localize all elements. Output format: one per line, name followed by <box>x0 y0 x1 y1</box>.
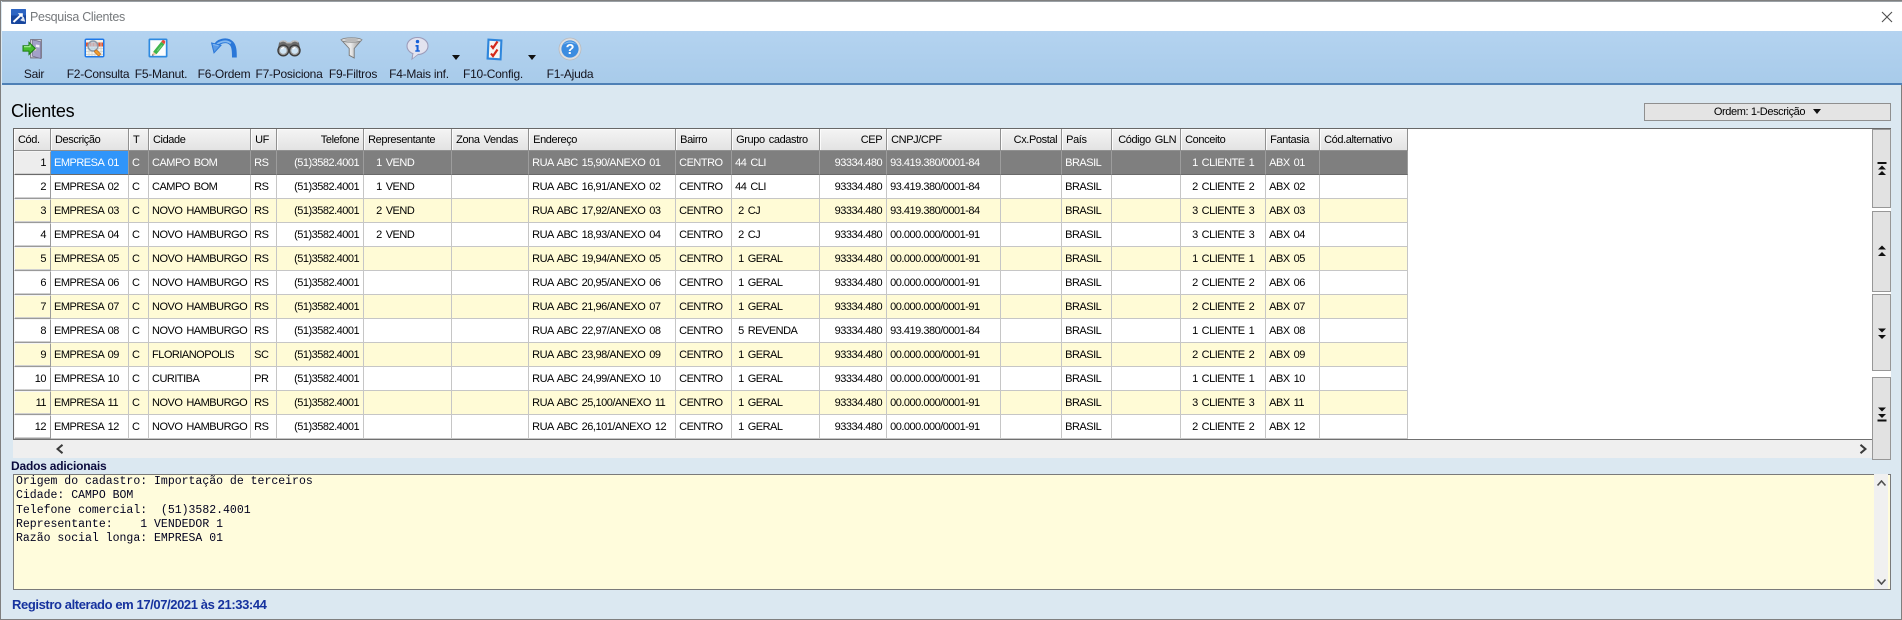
svg-text:?: ? <box>566 42 575 58</box>
